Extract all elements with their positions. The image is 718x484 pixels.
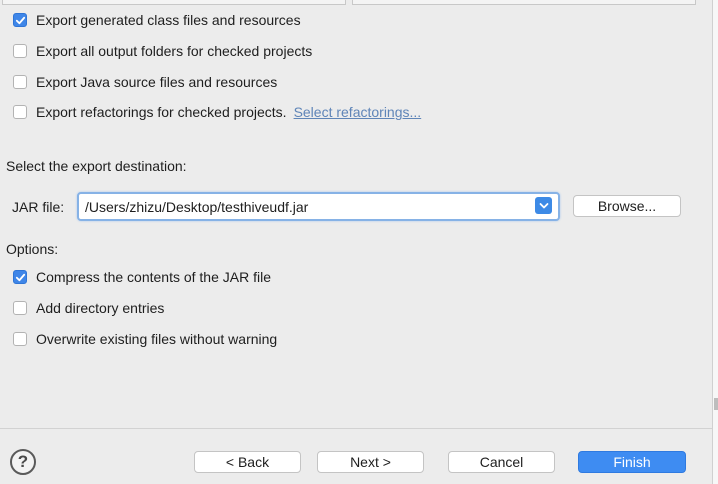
jar-file-label: JAR file: — [12, 199, 65, 215]
top-panel-edge-left — [2, 0, 346, 5]
export-output-folders-label: Export all output folders for checked pr… — [36, 43, 313, 59]
select-refactorings-link[interactable]: Select refactorings... — [294, 104, 422, 120]
chevron-down-icon[interactable] — [535, 197, 552, 214]
export-java-source-option[interactable]: Export Java source files and resources — [13, 72, 277, 92]
options-heading: Options: — [6, 241, 59, 257]
export-class-files-checkbox[interactable] — [13, 13, 27, 27]
export-java-source-label: Export Java source files and resources — [36, 74, 278, 90]
footer-divider — [0, 428, 712, 429]
resize-mark — [714, 398, 718, 410]
back-button[interactable]: < Back — [194, 451, 301, 473]
compress-checkbox[interactable] — [13, 270, 27, 284]
overwrite-checkbox[interactable] — [13, 332, 27, 346]
export-class-files-option[interactable]: Export generated class files and resourc… — [13, 10, 301, 30]
browse-button[interactable]: Browse... — [573, 195, 681, 217]
jar-file-combo[interactable]: /Users/zhizu/Desktop/testhiveudf.jar — [77, 192, 560, 221]
window-right-edge — [712, 0, 718, 484]
export-refactorings-checkbox[interactable] — [13, 105, 27, 119]
export-refactorings-option[interactable]: Export refactorings for checked projects… — [13, 102, 421, 122]
export-refactorings-label: Export refactorings for checked projects… — [36, 104, 287, 120]
directory-entries-label: Add directory entries — [36, 300, 165, 316]
directory-entries-checkbox[interactable] — [13, 301, 27, 315]
finish-button[interactable]: Finish — [578, 451, 686, 473]
cancel-button[interactable]: Cancel — [448, 451, 555, 473]
jar-file-path[interactable]: /Users/zhizu/Desktop/testhiveudf.jar — [85, 199, 308, 215]
compress-label: Compress the contents of the JAR file — [36, 269, 271, 285]
export-java-source-checkbox[interactable] — [13, 75, 27, 89]
directory-entries-option[interactable]: Add directory entries — [13, 298, 164, 318]
overwrite-label: Overwrite existing files without warning — [36, 331, 278, 347]
checkmark-icon — [15, 273, 25, 281]
top-panel-edge-right — [352, 0, 696, 5]
help-icon[interactable]: ? — [10, 449, 36, 475]
export-output-folders-checkbox[interactable] — [13, 44, 27, 58]
export-class-files-label: Export generated class files and resourc… — [36, 12, 301, 28]
export-output-folders-option[interactable]: Export all output folders for checked pr… — [13, 41, 312, 61]
export-destination-heading: Select the export destination: — [6, 158, 187, 174]
overwrite-option[interactable]: Overwrite existing files without warning — [13, 329, 277, 349]
next-button[interactable]: Next > — [317, 451, 424, 473]
compress-option[interactable]: Compress the contents of the JAR file — [13, 267, 271, 287]
checkmark-icon — [15, 16, 25, 24]
